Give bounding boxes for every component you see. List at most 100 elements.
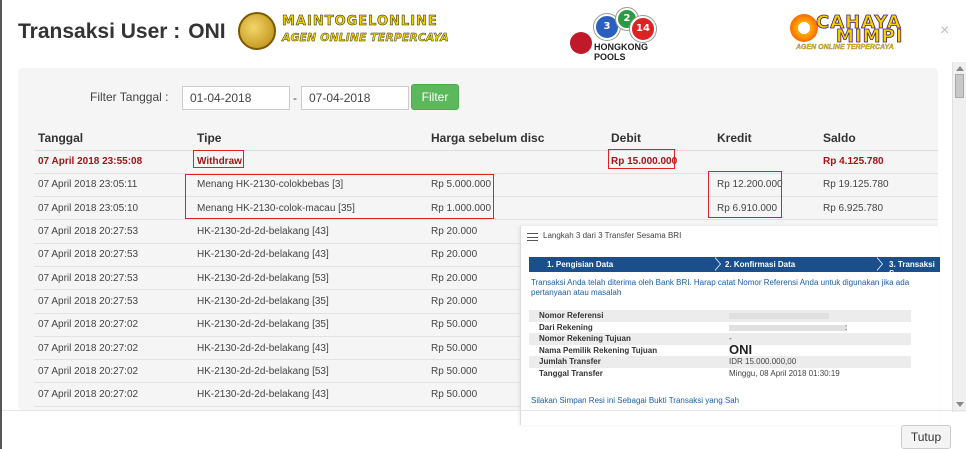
- cell-debit: Rp 15.000.000: [607, 150, 713, 174]
- cell-tanggal: 07 April 2018 23:05:10: [34, 196, 193, 221]
- bri-detail-table: Nomor Referensi Dari Rekening : Nomor Re…: [529, 310, 911, 379]
- col-tipe: Tipe: [193, 126, 427, 151]
- bri-message: Transaksi Anda telah diterima oleh Bank …: [531, 278, 910, 297]
- bri-title: Langkah 3 dari 3 Transfer Sesama BRI: [543, 231, 682, 240]
- filter-button[interactable]: Filter: [411, 84, 459, 110]
- page-title: Transaksi User : ONI: [18, 20, 226, 44]
- date-from-input[interactable]: [182, 86, 290, 110]
- cell-tipe: Withdraw: [193, 150, 427, 174]
- date-separator: -: [293, 91, 297, 105]
- step-separator: [876, 256, 883, 271]
- date-value: Minggu, 08 April 2018 01:30:19: [729, 368, 840, 378]
- cell-tipe: Menang HK-2130-colokbebas [3]: [193, 173, 427, 198]
- cell-saldo: Rp 6.925.780: [819, 196, 938, 221]
- cell-tanggal: 07 April 2018 20:27:53: [34, 243, 193, 267]
- cell-tipe: HK-2130-2d-2d-belakang [43]: [193, 219, 427, 244]
- scroll-thumb[interactable]: [955, 74, 964, 98]
- cell-tipe: HK-2130-2d-2d-belakang [43]: [193, 243, 427, 267]
- title-user: ONI: [188, 20, 226, 43]
- cell-tipe: HK-2130-2d-2d-belakang [35]: [193, 313, 427, 337]
- step-1: 1. Pengisian Data: [547, 260, 614, 269]
- cell-harga: Rp 5.000.000: [427, 173, 607, 198]
- logo3-line3: AGEN ONLINE TERPERCAYA: [796, 44, 894, 51]
- bri-header: Langkah 3 dari 3 Transfer Sesama BRI: [521, 226, 940, 248]
- step-separator: [714, 256, 721, 271]
- table-row: 07 April 2018 23:05:10 Menang HK-2130-col…: [34, 196, 938, 221]
- scroll-down-icon[interactable]: [956, 402, 964, 407]
- col-kredit: Kredit: [713, 126, 819, 151]
- ref-value-redacted: [729, 313, 829, 319]
- cell-tanggal: 07 April 2018 20:27:02: [34, 336, 193, 361]
- bri-steps: 1. Pengisian Data 2. Konfirmasi Data 3. …: [529, 256, 940, 278]
- cell-kredit: Rp 6.910.000: [713, 196, 819, 221]
- name-label: Nama Pemilik Rekening Tujuan: [539, 345, 658, 355]
- menu-icon: [527, 233, 538, 241]
- logo1-line2: AGEN ONLINE TERPERCAYA: [282, 31, 449, 44]
- cell-tanggal: 07 April 2018 20:27:02: [34, 313, 193, 337]
- cell-tanggal: 07 April 2018 23:05:11: [34, 173, 193, 198]
- table-row: 07 April 2018 23:05:11 Menang HK-2130-col…: [34, 173, 938, 198]
- table-header-row: Tanggal Tipe Harga sebelum disc Debit Kr…: [34, 126, 938, 151]
- cell-tanggal: 07 April 2018 20:27:02: [34, 359, 193, 384]
- amount-value: IDR 15.000.000,00: [729, 357, 797, 366]
- logo1-line1: MAINTOGELONLINE: [282, 14, 438, 30]
- date-label: Tanggal Transfer: [539, 368, 603, 378]
- cell-tipe: HK-2130-2d-2d-belakang [43]: [193, 382, 427, 407]
- cell-saldo: Rp 4.125.780: [819, 150, 938, 174]
- from-colon: :: [845, 322, 848, 332]
- cell-tipe: HK-2130-2d-2d-belakang [35]: [193, 289, 427, 314]
- cell-debit: [607, 196, 713, 221]
- lottery-ball-icon: 14: [630, 16, 656, 42]
- scroll-up-icon[interactable]: [956, 66, 964, 71]
- cell-tanggal: 07 April 2018 20:27:53: [34, 219, 193, 244]
- step-3: 3. Transaksi S: [889, 260, 935, 278]
- from-value-redacted: [729, 324, 847, 331]
- cell-debit: [607, 173, 713, 198]
- to-label: Nomor Rekening Tujuan: [539, 334, 631, 343]
- cell-tanggal: 07 April 2018 20:27:02: [34, 382, 193, 407]
- title-prefix: Transaksi User :: [18, 20, 181, 43]
- step-2: 2. Konfirmasi Data: [725, 260, 796, 269]
- filter-label: Filter Tanggal :: [90, 90, 169, 104]
- bri-footer-link[interactable]: Silakan Simpan Resi ini Sebagai Bukti Tr…: [531, 396, 739, 405]
- date-to-input[interactable]: [301, 86, 409, 110]
- tutup-button[interactable]: Tutup: [901, 425, 951, 449]
- cahaya-mimpi-logo: CAHAYA MIMPI AGEN ONLINE TERPERCAYA: [790, 12, 930, 54]
- cell-tipe: HK-2130-2d-2d-belakang [43]: [193, 336, 427, 361]
- hongkong-pools-logo: 3 2 14 HONGKONG POOLS: [568, 8, 678, 62]
- maintogelonline-logo: MAINTOGELONLINE AGEN ONLINE TERPERCAYA: [238, 12, 463, 50]
- amount-label: Jumlah Transfer: [539, 357, 601, 366]
- cell-tanggal: 07 April 2018 20:27:53: [34, 289, 193, 314]
- cell-kredit: [713, 150, 819, 174]
- modal-header: Transaksi User : ONI MAINTOGELONLINE AGEN…: [2, 0, 952, 62]
- ref-label: Nomor Referensi: [539, 311, 604, 320]
- col-saldo: Saldo: [819, 126, 938, 151]
- cell-tipe: Menang HK-2130-colok-macau [35]: [193, 196, 427, 221]
- table-row: 07 April 2018 23:55:08 Withdraw Rp 15.000.…: [34, 150, 938, 174]
- cell-harga: [427, 150, 607, 174]
- bri-row: Tanggal Transfer Minggu, 08 April 2018 0…: [529, 368, 911, 380]
- col-harga: Harga sebelum disc: [427, 126, 607, 151]
- cell-kredit: Rp 12.200.000: [713, 173, 819, 198]
- close-icon[interactable]: ×: [940, 22, 949, 40]
- cell-tipe: HK-2130-2d-2d-belakang [53]: [193, 359, 427, 384]
- scrollbar[interactable]: [952, 62, 966, 412]
- sun-icon: [790, 14, 818, 42]
- from-label: Dari Rekening: [539, 322, 593, 332]
- modal-footer: Tutup: [2, 410, 966, 449]
- crown-icon: [238, 12, 276, 50]
- transaction-modal: Transaksi User : ONI MAINTOGELONLINE AGEN…: [0, 0, 966, 449]
- bri-row: Nomor Rekening Tujuan -: [529, 333, 911, 345]
- col-debit: Debit: [607, 126, 713, 151]
- col-tanggal: Tanggal: [34, 126, 193, 151]
- hk-emblem-icon: [570, 32, 592, 54]
- name-value: ONI: [729, 341, 753, 357]
- logo2-text: HONGKONG POOLS: [594, 42, 648, 62]
- bri-row: Nomor Referensi: [529, 310, 911, 322]
- bri-row: Dari Rekening :: [529, 322, 911, 334]
- cell-harga: Rp 1.000.000: [427, 196, 607, 221]
- cell-tipe: HK-2130-2d-2d-belakang [53]: [193, 266, 427, 291]
- filter-row: Filter Tanggal : - Filter: [18, 84, 938, 110]
- cell-saldo: Rp 19.125.780: [819, 173, 938, 198]
- bri-row: Jumlah Transfer IDR 15.000.000,00: [529, 356, 911, 368]
